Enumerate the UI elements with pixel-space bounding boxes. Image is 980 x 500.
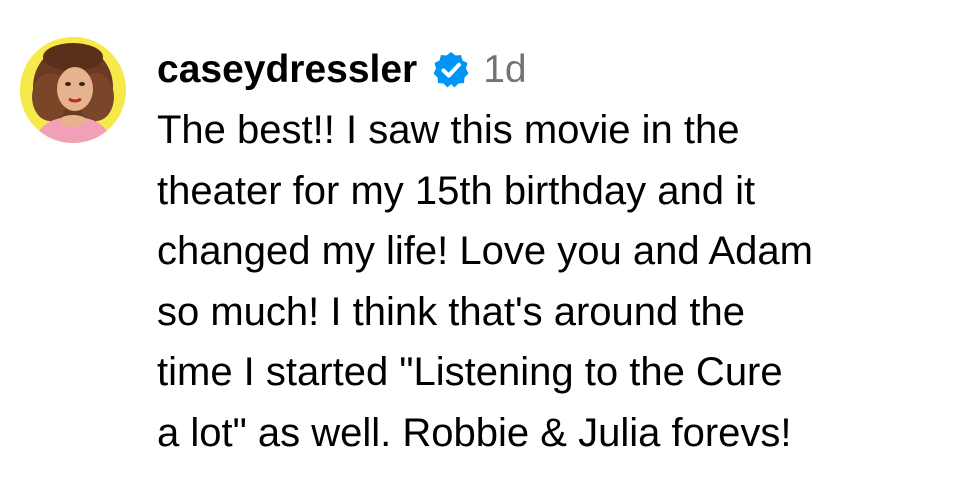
comment-timestamp[interactable]: 1d: [483, 48, 526, 92]
avatar-photo: [20, 37, 126, 143]
comment-header: caseydressler 1d: [157, 42, 527, 98]
username-link[interactable]: caseydressler: [157, 48, 417, 92]
comment-line: theater for my 15th birthday and it: [157, 168, 756, 213]
comment-line: so much! I think that's around the: [157, 289, 745, 334]
comment-line: The best!! I saw this movie in the: [157, 108, 740, 152]
avatar[interactable]: [20, 37, 126, 143]
comment-line: a lot" as well. Robbie & Julia forevs!: [157, 410, 792, 455]
comment-line: changed my life! Love you and Adam: [157, 229, 813, 273]
comment-text: The best!! I saw this movie in the theat…: [157, 100, 972, 463]
comment-line: time I started "Listening to the Cure: [157, 350, 783, 394]
verified-badge-icon: [433, 52, 469, 88]
comment: caseydressler 1d The best!! I saw this m…: [0, 0, 980, 500]
